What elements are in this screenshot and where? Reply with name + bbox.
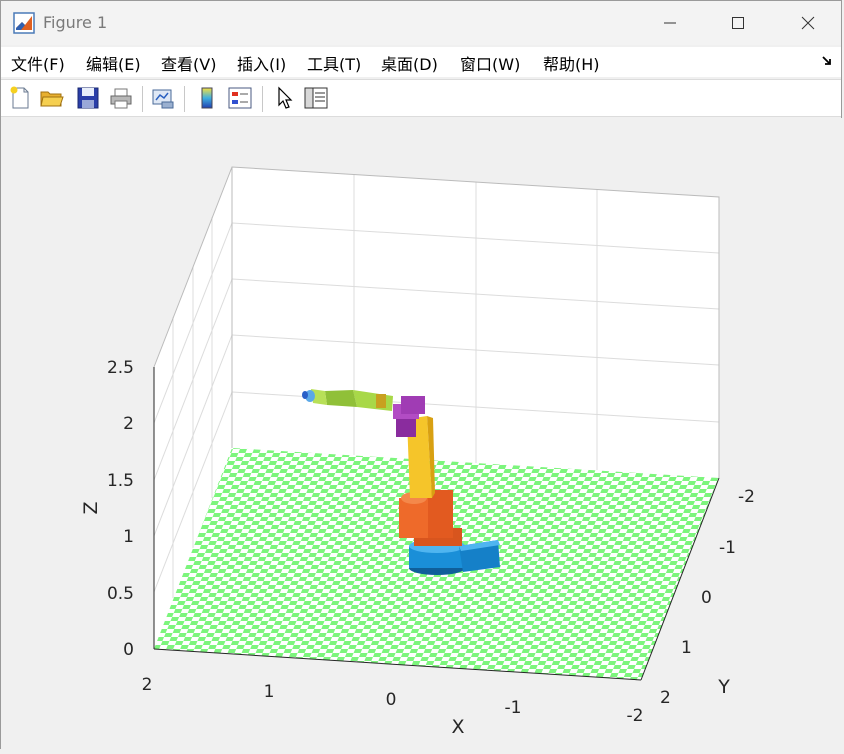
z-ticks: 0 0.5 1 1.5 2 2.5 bbox=[107, 358, 134, 660]
menu-window[interactable]: 窗口(W) bbox=[460, 51, 520, 75]
y-tick-label: -2 bbox=[738, 487, 755, 507]
figure-toolbar bbox=[1, 79, 841, 117]
edit-plot-arrow-icon[interactable] bbox=[271, 85, 297, 111]
3d-axes[interactable]: 0 0.5 1 1.5 2 2.5 Z 2 1 0 -1 -2 X -2 -1 bbox=[1, 118, 843, 750]
x-axis-label: X bbox=[451, 716, 464, 738]
title-bar[interactable]: Figure 1 bbox=[1, 1, 841, 45]
z-tick-label: 0 bbox=[123, 640, 134, 660]
minimize-icon bbox=[664, 22, 676, 24]
dock-arrow-icon[interactable] bbox=[821, 55, 833, 67]
menu-help[interactable]: 帮助(H) bbox=[543, 51, 600, 75]
y-tick-label: 1 bbox=[681, 638, 692, 658]
y-tick-label: -1 bbox=[719, 538, 736, 558]
save-icon[interactable] bbox=[75, 85, 101, 111]
y-tick-label: 2 bbox=[660, 688, 671, 708]
z-tick-label: 2.5 bbox=[107, 358, 134, 378]
z-tick-label: 1.5 bbox=[107, 471, 134, 491]
menu-file[interactable]: 文件(F) bbox=[11, 51, 65, 75]
property-inspector-icon[interactable] bbox=[303, 85, 329, 111]
menu-insert[interactable]: 插入(I) bbox=[237, 51, 286, 75]
menu-bar: 文件(F) 编辑(E) 查看(V) 插入(I) 工具(T) 桌面(D) 窗口(W… bbox=[1, 47, 841, 77]
x-tick-label: -1 bbox=[505, 698, 522, 718]
y-axis-label: Y bbox=[717, 676, 730, 698]
window-title: Figure 1 bbox=[43, 13, 108, 32]
legend-icon[interactable] bbox=[227, 85, 253, 111]
link-plot-icon[interactable] bbox=[150, 85, 176, 111]
menu-view[interactable]: 查看(V) bbox=[161, 51, 216, 75]
toolbar-separator bbox=[262, 86, 263, 112]
x-tick-label: 1 bbox=[264, 682, 275, 702]
colorbar-icon[interactable] bbox=[194, 85, 220, 111]
print-icon[interactable] bbox=[108, 85, 134, 111]
toolbar-separator bbox=[142, 86, 143, 112]
toolbar-separator bbox=[184, 86, 185, 112]
y-tick-label: 0 bbox=[701, 588, 712, 608]
maximize-button[interactable] bbox=[715, 1, 761, 45]
new-figure-icon[interactable] bbox=[7, 85, 33, 111]
x-ticks: 2 1 0 -1 -2 bbox=[142, 675, 644, 726]
z-tick-label: 2 bbox=[123, 414, 134, 434]
z-axis-label: Z bbox=[80, 501, 102, 514]
menu-desktop[interactable]: 桌面(D) bbox=[381, 51, 438, 75]
open-folder-icon[interactable] bbox=[39, 85, 65, 111]
figure-window: Figure 1 文件(F) 编辑(E) 查看(V) 插入(I) 工具(T) 桌… bbox=[0, 0, 843, 750]
x-tick-label: 2 bbox=[142, 675, 153, 695]
x-tick-label: 0 bbox=[386, 690, 397, 710]
maximize-icon bbox=[732, 17, 744, 29]
minimize-button[interactable] bbox=[647, 1, 693, 45]
matlab-icon bbox=[13, 12, 35, 34]
z-tick-label: 1 bbox=[123, 527, 134, 547]
close-button[interactable] bbox=[785, 1, 831, 45]
z-tick-label: 0.5 bbox=[107, 584, 134, 604]
figure-canvas[interactable]: 0 0.5 1 1.5 2 2.5 Z 2 1 0 -1 -2 X -2 -1 bbox=[1, 118, 843, 750]
menu-tools[interactable]: 工具(T) bbox=[307, 51, 361, 75]
menu-edit[interactable]: 编辑(E) bbox=[86, 51, 141, 75]
x-tick-label: -2 bbox=[627, 706, 644, 726]
close-icon bbox=[801, 16, 815, 30]
